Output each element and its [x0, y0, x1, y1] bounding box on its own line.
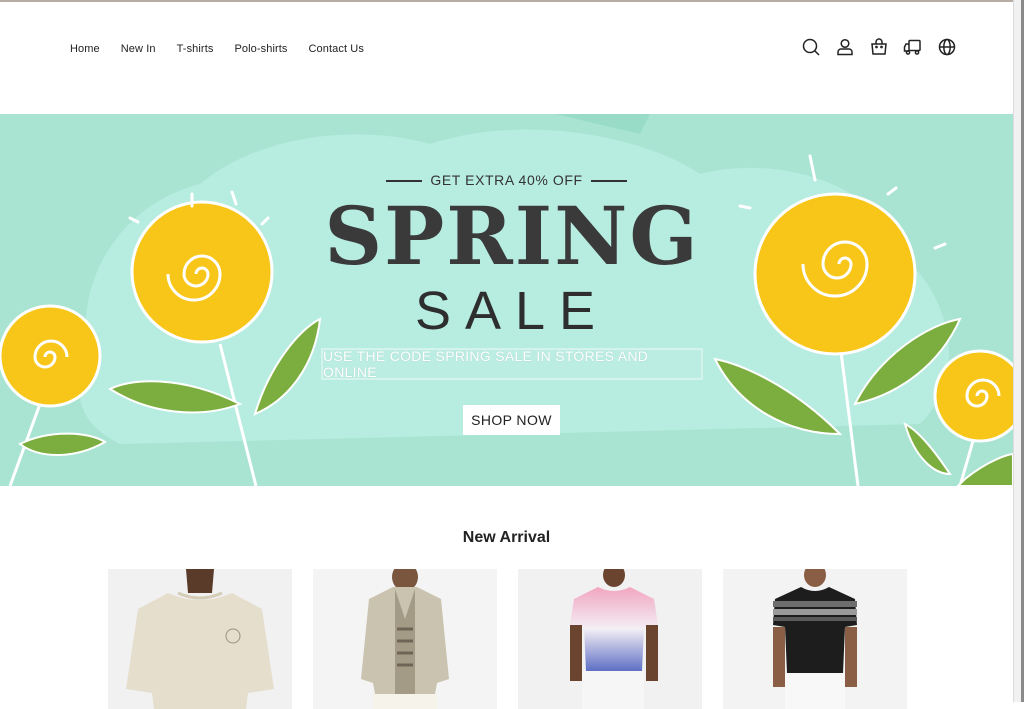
- main-nav: Home New In T-shirts Polo-shirts Contact…: [70, 43, 385, 55]
- product-grid: [108, 569, 928, 709]
- product-image: [108, 569, 292, 709]
- globe-icon[interactable]: [936, 37, 958, 57]
- nav-new-in[interactable]: New In: [121, 43, 156, 55]
- hero-subtitle: SALE: [414, 281, 610, 341]
- nav-home[interactable]: Home: [70, 43, 100, 55]
- divider-line: [591, 180, 628, 183]
- product-image: [518, 569, 702, 709]
- product-image: [723, 569, 907, 709]
- header-icons: [800, 37, 970, 57]
- hero-title: SPRING: [324, 189, 700, 283]
- search-icon[interactable]: [800, 37, 822, 57]
- divider-line: [385, 180, 422, 183]
- promo-code-text: USE THE CODE SPRING SALE IN STORES AND O…: [323, 348, 649, 380]
- promo-text: GET EXTRA 40% OFF: [430, 172, 583, 188]
- product-image: [313, 569, 497, 709]
- shop-now-button[interactable]: SHOP NOW: [463, 405, 560, 435]
- section-title-new-arrival: New Arrival: [462, 529, 551, 546]
- product-card[interactable]: [313, 569, 497, 709]
- user-icon[interactable]: [834, 37, 856, 57]
- promo-code-box: USE THE CODE SPRING SALE IN STORES AND O…: [321, 348, 703, 380]
- delivery-truck-icon[interactable]: [902, 37, 924, 57]
- nav-t-shirts[interactable]: T-shirts: [177, 43, 214, 55]
- promo-text-row: GET EXTRA 40% OFF: [0, 172, 1013, 188]
- product-card[interactable]: [518, 569, 702, 709]
- nav-polo-shirts[interactable]: Polo-shirts: [234, 43, 287, 55]
- product-card[interactable]: [108, 569, 292, 709]
- nav-contact-us[interactable]: Contact Us: [309, 43, 364, 55]
- shopping-bag-icon[interactable]: [868, 37, 890, 57]
- product-card[interactable]: [723, 569, 907, 709]
- browser-top-border: [0, 0, 1024, 2]
